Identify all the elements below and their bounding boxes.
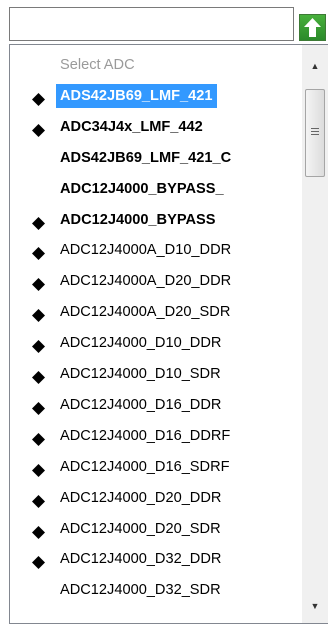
adc-options: Select ADC ADS42JB69_LMF_421 ADC34J4x_LMF_… (10, 50, 302, 623)
list-item[interactable]: ADC12J4000A_D20_SDR (10, 297, 302, 327)
list-item[interactable]: ADC34J4x_LMF_442 (10, 112, 302, 142)
diamond-bullet-icon (32, 340, 45, 353)
list-item[interactable]: ADC12J4000_D16_SDRF (10, 452, 302, 482)
grip-line (311, 134, 319, 135)
list-item[interactable]: ADS42JB69_LMF_421_C (10, 143, 302, 173)
diamond-bullet-icon (32, 217, 45, 230)
diamond-bullet-icon (32, 402, 45, 415)
list-item-label: ADC12J4000_D10_SDR (60, 366, 221, 382)
diamond-bullet-icon (32, 124, 45, 137)
grip-line (311, 128, 319, 129)
diamond-bullet-icon (32, 309, 45, 322)
list-item-label: ADC12J4000_D20_DDR (60, 490, 222, 506)
scroll-up-arrow-icon[interactable]: ▲ (302, 55, 328, 77)
diamond-bullet-icon (32, 526, 45, 539)
list-item[interactable]: ADC12J4000_D10_DDR (10, 328, 302, 358)
list-item[interactable]: ADC12J4000_D16_DDR (10, 390, 302, 420)
adc-select-input[interactable] (9, 7, 294, 41)
list-item-label: ADC12J4000_D16_DDRF (60, 428, 231, 444)
list-item[interactable]: ADC12J4000A_D10_DDR (10, 235, 302, 265)
adc-select-combobox: Select ADC ADS42JB69_LMF_421 ADC34J4x_LMF_… (0, 0, 328, 631)
list-item-label: ADC12J4000_D32_SDR (60, 582, 221, 598)
list-item-label: ADC12J4000_D20_SDR (60, 521, 221, 537)
diamond-bullet-icon (32, 433, 45, 446)
list-item[interactable]: ADC12J4000_D32_SDR (10, 575, 302, 605)
diamond-bullet-icon (32, 371, 45, 384)
diamond-bullet-icon (32, 247, 45, 260)
list-item-label: ADC12J4000_D16_DDR (60, 397, 222, 413)
list-item-label: ADC12J4000A_D10_DDR (60, 242, 232, 258)
list-item-label: ADC12J4000_D10_DDR (60, 335, 222, 351)
adc-dropdown-list: Select ADC ADS42JB69_LMF_421 ADC34J4x_LMF_… (9, 44, 328, 624)
list-item-label: ADC12J4000_BYPASS_ (60, 181, 224, 197)
list-item[interactable]: ADC12J4000_BYPASS_ (10, 174, 302, 204)
list-item-label: ADC12J4000A_D20_DDR (60, 273, 232, 289)
green-up-arrow-icon (304, 18, 321, 37)
list-item-label: ADC12J4000_BYPASS (60, 212, 216, 228)
vertical-scrollbar[interactable]: ▲ ▼ (302, 45, 328, 623)
diamond-bullet-icon (32, 278, 45, 291)
diamond-bullet-icon (32, 556, 45, 569)
list-item-label: ADC12J4000_D16_SDRF (60, 459, 230, 475)
list-item-label: ADS42JB69_LMF_421_C (60, 150, 232, 166)
list-item[interactable]: Select ADC (10, 50, 302, 80)
list-item[interactable]: ADC12J4000_D20_DDR (10, 483, 302, 513)
grip-line (311, 131, 319, 132)
up-arrow-button[interactable] (299, 14, 326, 41)
list-item[interactable]: ADC12J4000_D32_DDR (10, 544, 302, 574)
list-item-label: ADC12J4000_D32_DDR (60, 551, 222, 567)
scrollbar-thumb[interactable] (305, 89, 325, 177)
diamond-bullet-icon (32, 495, 45, 508)
list-item-label: ADS42JB69_LMF_421 (56, 84, 217, 108)
diamond-bullet-icon (32, 464, 45, 477)
list-item-label: ADC12J4000A_D20_SDR (60, 304, 231, 320)
list-item[interactable]: ADC12J4000_D10_SDR (10, 359, 302, 389)
list-item[interactable]: ADC12J4000_D20_SDR (10, 514, 302, 544)
list-item-label: Select ADC (60, 57, 135, 73)
diamond-bullet-icon (32, 93, 45, 106)
list-item[interactable]: ADC12J4000A_D20_DDR (10, 266, 302, 296)
list-item[interactable]: ADS42JB69_LMF_421 (10, 81, 302, 111)
list-item[interactable]: ADC12J4000_BYPASS (10, 205, 302, 235)
list-item[interactable]: ADC12J4000_D16_DDRF (10, 421, 302, 451)
list-item-label: ADC34J4x_LMF_442 (60, 119, 203, 135)
scroll-down-arrow-icon[interactable]: ▼ (302, 595, 328, 617)
